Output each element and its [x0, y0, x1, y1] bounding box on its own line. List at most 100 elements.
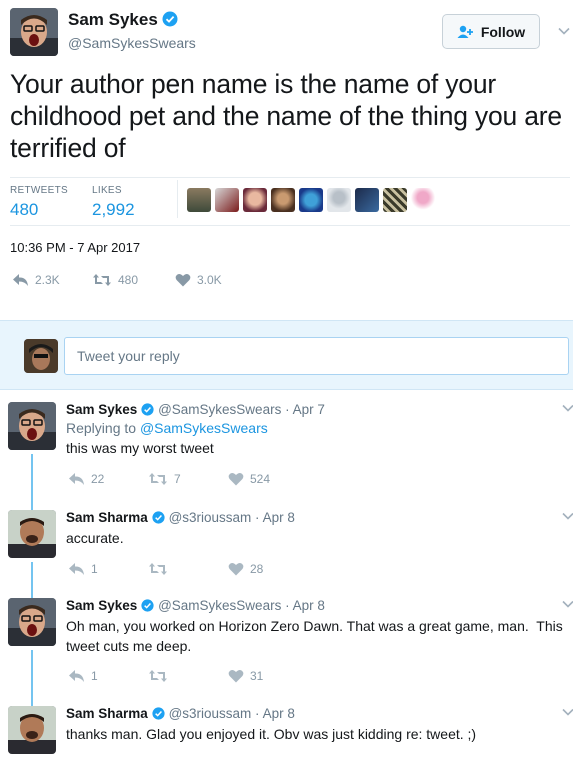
like-icon — [228, 670, 244, 683]
reply-date[interactable]: Apr 8 — [263, 706, 295, 721]
tweet-actions: 2.3K 480 3.0K — [12, 273, 222, 287]
like-count: 31 — [250, 669, 264, 683]
reply-button[interactable]: 22 — [68, 472, 148, 486]
liker-avatar[interactable] — [383, 188, 407, 212]
reply-text: Oh man, you worked on Horizon Zero Dawn.… — [66, 618, 567, 654]
retweet-button[interactable]: 480 — [92, 273, 175, 287]
reply-actions: 1 31 — [68, 669, 263, 683]
reply-author-handle[interactable]: @s3rioussam — [169, 510, 252, 525]
chevron-down-icon[interactable] — [561, 705, 573, 719]
reply-tweet: Sam Sykes @SamSykesSwears · Apr 7 Replyi… — [0, 391, 573, 501]
like-button[interactable]: 31 — [228, 669, 263, 683]
reply-author-handle[interactable]: @SamSykesSwears — [158, 598, 281, 613]
replying-to: Replying to @SamSykesSwears — [66, 420, 268, 436]
reply-count: 1 — [91, 669, 98, 683]
reply-count: 22 — [91, 472, 105, 486]
liker-avatar[interactable] — [271, 188, 295, 212]
author-handle[interactable]: @SamSykesSwears — [68, 35, 196, 51]
retweet-icon — [149, 563, 167, 575]
thread-line — [31, 589, 33, 598]
likes-value[interactable]: 2,992 — [92, 200, 135, 220]
tweet-timestamp[interactable]: 10:36 PM - 7 Apr 2017 — [10, 240, 140, 255]
reply-author-handle[interactable]: @SamSykesSwears — [158, 402, 281, 417]
liker-avatar[interactable] — [215, 188, 239, 212]
viewer-avatar — [24, 339, 58, 373]
liker-avatar[interactable] — [243, 188, 267, 212]
reply-author-name[interactable]: Sam Sykes — [66, 598, 137, 613]
chevron-down-icon[interactable] — [561, 597, 573, 611]
reply-input[interactable]: Tweet your reply — [64, 337, 569, 375]
like-count: 524 — [250, 472, 271, 486]
reply-author-avatar[interactable] — [8, 598, 56, 646]
thread-line — [31, 454, 33, 501]
retweet-count: 480 — [118, 273, 139, 287]
reply-header: Sam Sykes @SamSykesSwears · Apr 8 — [66, 598, 325, 613]
retweet-icon — [149, 473, 167, 485]
reply-button[interactable]: 2.3K — [12, 273, 92, 287]
liker-avatar[interactable] — [187, 188, 211, 212]
verified-badge-icon — [152, 511, 165, 524]
like-button[interactable]: 28 — [228, 562, 263, 576]
reply-composer: Tweet your reply — [0, 320, 573, 390]
reply-header: Sam Sharma @s3rioussam · Apr 8 — [66, 706, 295, 721]
likes-label: LIKES — [92, 185, 122, 196]
follow-button-label: Follow — [480, 23, 526, 40]
liker-avatar[interactable] — [327, 188, 351, 212]
reply-author-avatar[interactable] — [8, 706, 56, 754]
reply-header: Sam Sykes @SamSykesSwears · Apr 7 — [66, 402, 325, 417]
reply-author-avatar[interactable] — [8, 402, 56, 450]
liker-avatar[interactable] — [299, 188, 323, 212]
liker-avatar[interactable] — [355, 188, 379, 212]
retweet-button[interactable] — [148, 669, 228, 683]
retweet-button[interactable] — [148, 562, 228, 576]
retweets-value[interactable]: 480 — [10, 200, 38, 220]
reply-button[interactable]: 1 — [68, 669, 148, 683]
like-icon — [175, 274, 191, 287]
like-button[interactable]: 524 — [228, 472, 270, 486]
verified-badge-icon — [141, 403, 154, 416]
verified-badge-icon — [152, 707, 165, 720]
follow-button[interactable]: Follow — [442, 14, 540, 49]
like-button[interactable]: 3.0K — [175, 273, 222, 287]
author-name[interactable]: Sam Sykes — [68, 10, 178, 30]
like-icon — [228, 473, 244, 486]
author-name-text: Sam Sykes — [68, 10, 158, 29]
retweet-button[interactable]: 7 — [148, 472, 228, 486]
reply-count: 2.3K — [35, 273, 60, 287]
stats-divider-bottom — [10, 225, 570, 226]
reply-icon — [13, 274, 28, 286]
thread-line — [31, 650, 33, 697]
reply-button[interactable]: 1 — [68, 562, 148, 576]
reply-icon — [69, 563, 84, 575]
reply-text: thanks man. Glad you enjoyed it. Obv was… — [66, 726, 477, 742]
reply-date[interactable]: Apr 7 — [293, 402, 325, 417]
reply-header: Sam Sharma @s3rioussam · Apr 8 — [66, 510, 295, 525]
reply-text: accurate. — [66, 530, 124, 546]
retweet-count: 7 — [174, 472, 181, 486]
replying-label: Replying to — [66, 420, 137, 436]
chevron-down-icon[interactable] — [561, 401, 573, 415]
chevron-down-icon[interactable] — [557, 24, 571, 38]
thread-line — [31, 501, 33, 510]
reply-date[interactable]: Apr 8 — [293, 598, 325, 613]
follow-user-icon — [457, 25, 473, 38]
reply-author-handle[interactable]: @s3rioussam — [169, 706, 252, 721]
reply-actions: 1 28 — [68, 562, 263, 576]
liker-avatar[interactable] — [411, 188, 435, 212]
reply-author-name[interactable]: Sam Sharma — [66, 706, 148, 721]
like-count: 3.0K — [197, 273, 222, 287]
reply-tweet: Sam Sykes @SamSykesSwears · Apr 8 Oh man… — [0, 589, 573, 697]
stats-separator — [177, 180, 178, 218]
verified-badge-icon — [141, 599, 154, 612]
author-avatar[interactable] — [10, 8, 58, 56]
reply-count: 1 — [91, 562, 98, 576]
retweets-label: RETWEETS — [10, 185, 68, 196]
chevron-down-icon[interactable] — [561, 509, 573, 523]
stats-divider-top — [10, 177, 570, 178]
reply-author-name[interactable]: Sam Sharma — [66, 510, 148, 525]
reply-icon — [69, 473, 84, 485]
reply-date[interactable]: Apr 8 — [263, 510, 295, 525]
reply-author-name[interactable]: Sam Sykes — [66, 402, 137, 417]
replying-to-handle[interactable]: @SamSykesSwears — [140, 420, 268, 436]
reply-author-avatar[interactable] — [8, 510, 56, 558]
